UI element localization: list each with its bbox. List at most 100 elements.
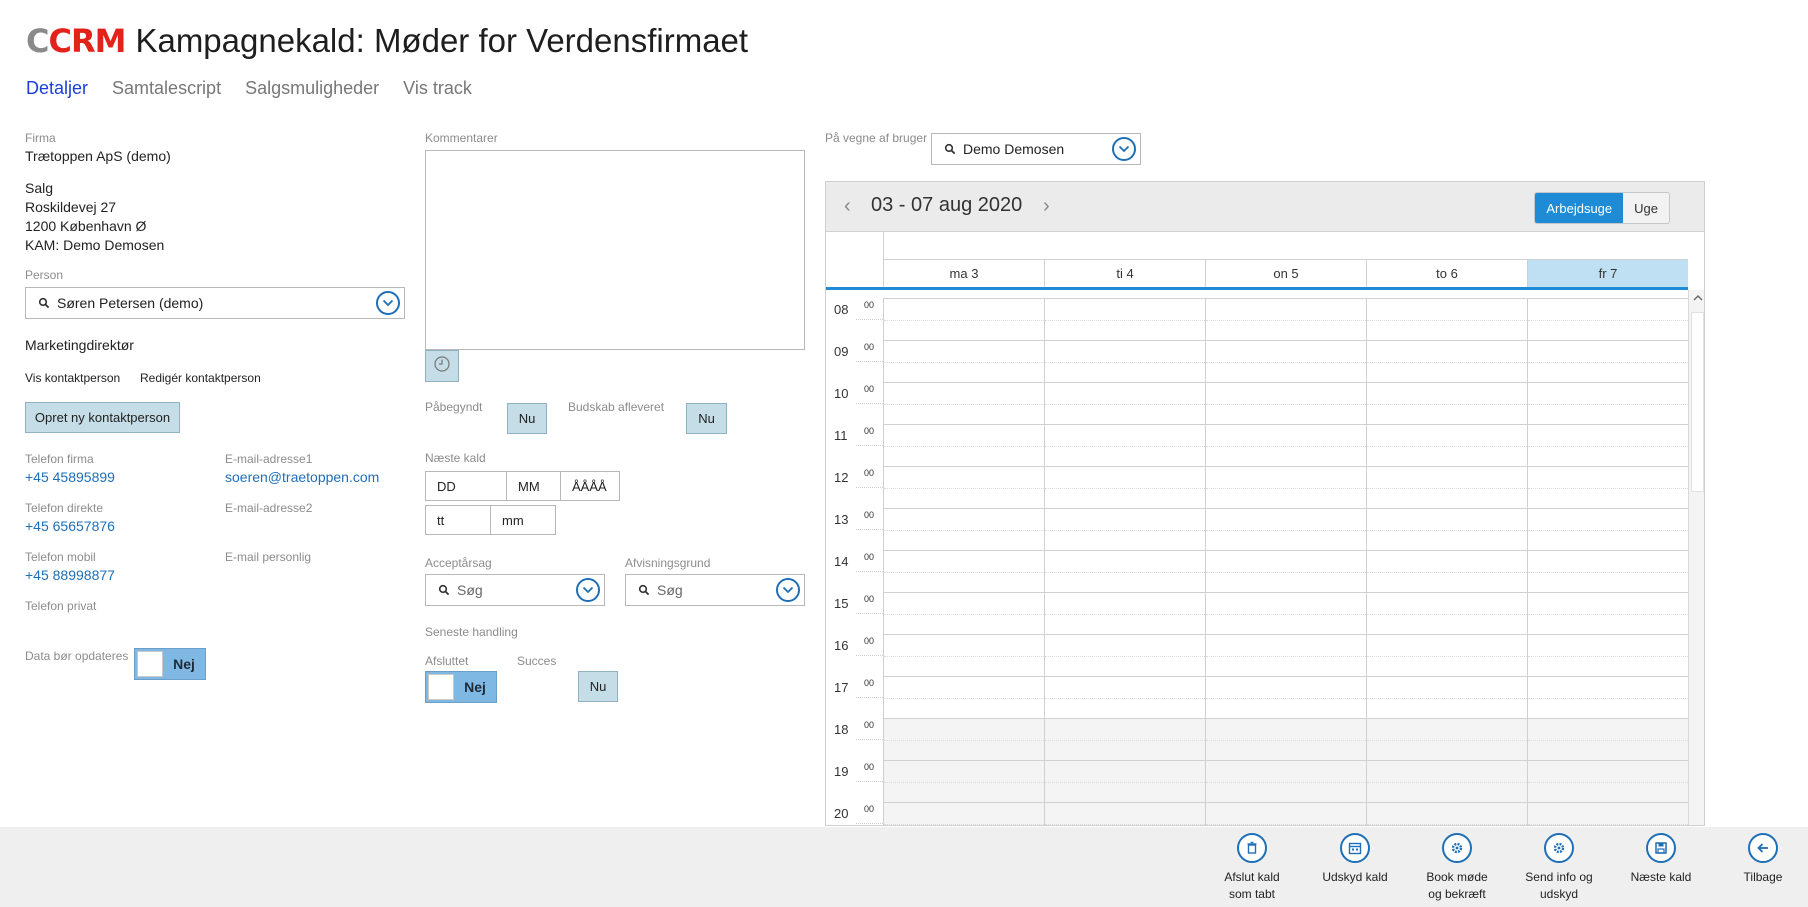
calendar-slot[interactable] [883,425,1044,466]
calendar-day-header[interactable]: fr 7 [1527,260,1688,287]
success-now-button[interactable]: Nu [578,671,618,702]
calendar-next-button[interactable]: › [1043,195,1050,218]
calendar-slot[interactable] [1205,761,1366,802]
calendar-slot[interactable] [1366,551,1527,592]
tab-detaljer[interactable]: Detaljer [26,78,88,99]
calendar-slot[interactable] [883,593,1044,634]
on-behalf-lookup[interactable]: Demo Demosen [931,133,1141,165]
calendar-slot[interactable] [1527,425,1688,466]
calendar-day-header[interactable]: ti 4 [1044,260,1205,287]
calendar-slot[interactable] [1044,677,1205,718]
calendar-slot[interactable] [1205,341,1366,382]
calendar-slot[interactable] [1527,383,1688,424]
chevron-down-icon[interactable] [576,578,600,602]
calendar-slot[interactable] [883,509,1044,550]
calendar-day-header[interactable]: ma 3 [883,260,1044,287]
view-contact-link[interactable]: Vis kontaktperson [25,371,120,385]
footer-button[interactable]: Udskyd kald [1305,833,1405,886]
calendar-slot[interactable] [1044,635,1205,676]
timestamp-button[interactable] [425,350,459,382]
footer-button[interactable]: Næste kald [1611,833,1711,886]
phone-mobile-link[interactable]: +45 88998877 [25,567,115,583]
calendar-slot[interactable] [1205,719,1366,760]
calendar-day-header[interactable]: to 6 [1366,260,1527,287]
scroll-thumb[interactable] [1691,312,1704,492]
calendar-slot[interactable] [1366,803,1527,825]
accept-reason-lookup[interactable]: Søg [425,574,605,606]
calendar-slot[interactable] [1527,761,1688,802]
tab-salgsmuligheder[interactable]: Salgsmuligheder [245,78,379,99]
calendar-slot[interactable] [1205,509,1366,550]
calendar-slot[interactable] [1044,425,1205,466]
calendar-slot[interactable] [1527,299,1688,340]
calendar-slot[interactable] [1366,593,1527,634]
calendar-slot[interactable] [1044,719,1205,760]
data-update-toggle[interactable]: Nej [134,648,206,680]
calendar-slot[interactable] [1205,383,1366,424]
chevron-down-icon[interactable] [776,578,800,602]
calendar-slot[interactable] [1527,803,1688,825]
calendar-day-header[interactable]: on 5 [1205,260,1366,287]
calendar-slot[interactable] [883,677,1044,718]
calendar-slot[interactable] [1527,509,1688,550]
calendar-slot[interactable] [883,299,1044,340]
calendar-slot[interactable] [1366,341,1527,382]
tab-vis-track[interactable]: Vis track [403,78,472,99]
calendar-slot[interactable] [1205,425,1366,466]
calendar-slot[interactable] [883,719,1044,760]
calendar-slot[interactable] [1044,593,1205,634]
email1-link[interactable]: soeren@traetoppen.com [225,469,379,485]
calendar-slot[interactable] [1044,509,1205,550]
calendar-slot[interactable] [1366,635,1527,676]
calendar-slot[interactable] [1366,383,1527,424]
calendar-slot[interactable] [1366,425,1527,466]
edit-contact-link[interactable]: Redigér kontaktperson [140,371,261,385]
view-workweek-button[interactable]: Arbejdsuge [1535,193,1624,223]
calendar-slot[interactable] [1205,635,1366,676]
calendar-slot[interactable] [1366,761,1527,802]
next-call-hour-input[interactable]: tt [425,505,491,535]
calendar-slot[interactable] [883,341,1044,382]
phone-company-link[interactable]: +45 45895899 [25,469,115,485]
calendar-slot[interactable] [1205,593,1366,634]
comments-textarea[interactable] [425,150,805,350]
calendar-allday-row[interactable] [883,232,1688,260]
calendar-slot[interactable] [1527,467,1688,508]
calendar-slot[interactable] [1527,677,1688,718]
person-lookup[interactable]: Søren Petersen (demo) [25,287,405,319]
footer-button[interactable]: Send info og udskyd [1509,833,1609,903]
next-call-month-input[interactable]: MM [506,471,561,501]
calendar-slot[interactable] [1527,341,1688,382]
calendar-prev-button[interactable]: ‹ [844,195,851,218]
calendar-slot[interactable] [1527,593,1688,634]
calendar-slot[interactable] [1527,635,1688,676]
calendar-slot[interactable] [883,383,1044,424]
calendar-slot[interactable] [1366,509,1527,550]
scroll-up-icon[interactable] [1692,292,1704,304]
calendar-slot[interactable] [883,761,1044,802]
calendar-slot[interactable] [1527,551,1688,592]
tab-samtalescript[interactable]: Samtalescript [112,78,221,99]
footer-button[interactable]: Tilbage [1713,833,1808,886]
message-delivered-now-button[interactable]: Nu [686,403,727,434]
calendar-scrollbar[interactable] [1688,290,1704,825]
calendar-slot[interactable] [1044,803,1205,825]
calendar-slot[interactable] [1205,467,1366,508]
footer-button[interactable]: Afslut kald som tabt [1202,833,1302,903]
calendar-slot[interactable] [1205,551,1366,592]
next-call-day-input[interactable]: DD [425,471,507,501]
started-now-button[interactable]: Nu [507,403,547,434]
calendar-slot[interactable] [883,803,1044,825]
view-week-button[interactable]: Uge [1623,193,1669,223]
phone-direct-link[interactable]: +45 65657876 [25,518,115,534]
calendar-slot[interactable] [883,635,1044,676]
chevron-down-icon[interactable] [1112,137,1136,161]
calendar-slot[interactable] [1366,719,1527,760]
calendar-slot[interactable] [1527,719,1688,760]
next-call-minute-input[interactable]: mm [490,505,556,535]
calendar-slot[interactable] [1044,299,1205,340]
calendar-slot[interactable] [1044,761,1205,802]
calendar-slot[interactable] [1044,383,1205,424]
calendar-slot[interactable] [1044,467,1205,508]
calendar-slot[interactable] [883,551,1044,592]
